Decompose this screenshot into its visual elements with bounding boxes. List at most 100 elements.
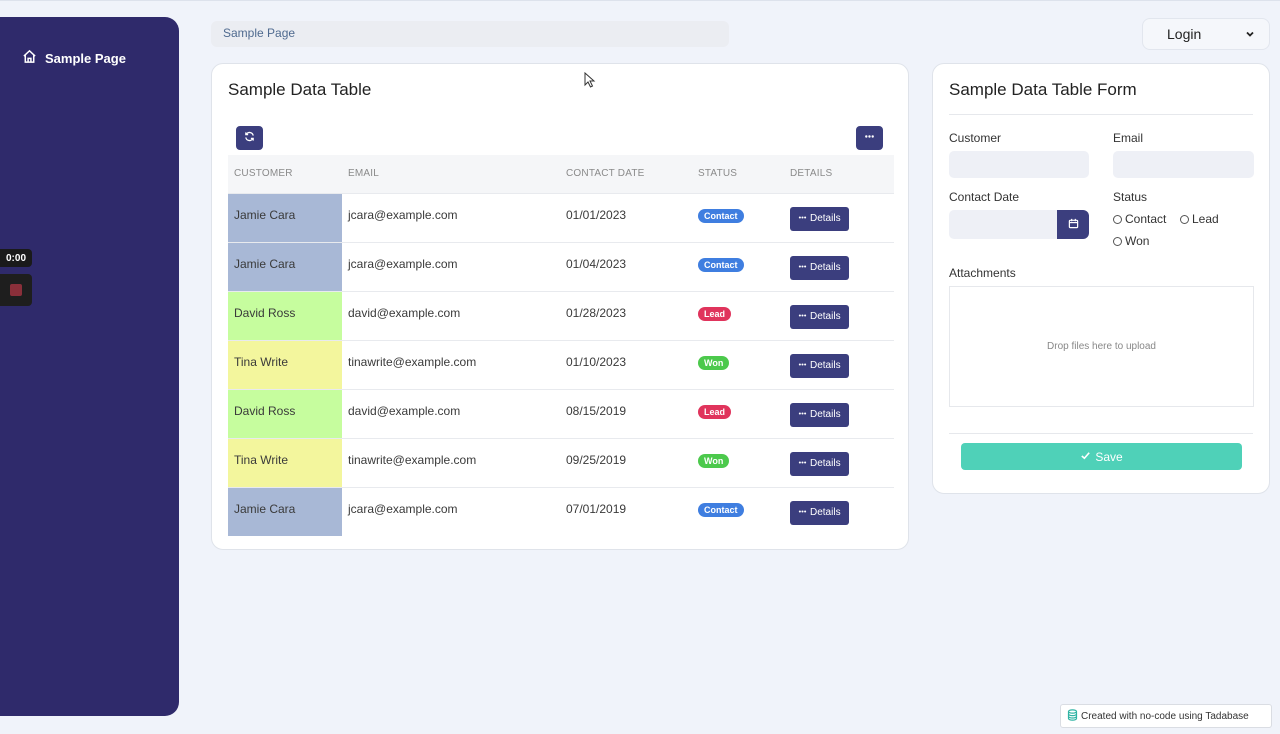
status-cell: Lead	[692, 388, 784, 438]
radio-icon	[1180, 214, 1189, 224]
radio-icon	[1113, 214, 1122, 224]
contact-date-cell: 07/01/2019	[560, 486, 692, 536]
column-header-customer[interactable]: CUSTOMER	[228, 155, 342, 193]
attachments-dropzone[interactable]: Drop files here to upload	[949, 286, 1254, 407]
status-cell: Contact	[692, 486, 784, 536]
save-button[interactable]: Save	[961, 443, 1242, 470]
details-cell: Details	[784, 241, 894, 291]
customer-input[interactable]	[949, 151, 1089, 178]
contact-date-label: Contact Date	[949, 190, 1020, 204]
ellipsis-icon	[798, 409, 807, 421]
database-icon	[1067, 708, 1078, 724]
column-header-status[interactable]: STATUS	[692, 155, 784, 193]
details-cell: Details	[784, 339, 894, 389]
table-header-row: CUSTOMER EMAIL CONTACT DATE STATUS DETAI…	[228, 155, 894, 193]
table-row: David Ross david@example.com 08/15/2019 Lea…	[228, 388, 894, 438]
ellipsis-icon	[798, 360, 807, 372]
customer-cell: Jamie Cara	[228, 192, 342, 242]
status-label: Status	[1113, 190, 1148, 204]
checkmark-icon	[1080, 450, 1091, 464]
details-button[interactable]: Details	[790, 500, 849, 525]
refresh-button[interactable]	[236, 126, 263, 150]
email-cell: david@example.com	[342, 388, 560, 438]
radio-icon	[1113, 236, 1122, 246]
ellipsis-icon	[798, 507, 807, 519]
details-label: Details	[810, 262, 841, 273]
details-cell: Details	[784, 437, 894, 487]
breadcrumb[interactable]: Sample Page	[211, 21, 729, 47]
login-dropdown[interactable]: Login	[1142, 18, 1270, 50]
stop-icon	[10, 284, 22, 296]
data-form-card: Sample Data Table Form Customer Email Co…	[932, 63, 1270, 494]
status-radio-lead[interactable]: Lead	[1180, 212, 1219, 226]
customer-label: Customer	[949, 131, 1002, 145]
email-input[interactable]	[1113, 151, 1254, 178]
divider	[949, 114, 1253, 115]
dropzone-text: Drop files here to upload	[1047, 341, 1156, 352]
recorder-stop-button[interactable]	[0, 274, 32, 306]
status-radio-won[interactable]: Won	[1113, 234, 1149, 248]
column-header-email[interactable]: EMAIL	[342, 155, 560, 193]
status-option-label: Lead	[1192, 212, 1219, 226]
details-label: Details	[810, 360, 841, 371]
table-title: Sample Data Table	[228, 80, 372, 99]
table-row: Tina Write tinawrite@example.com 09/25/201…	[228, 437, 894, 487]
ellipsis-icon	[864, 129, 875, 147]
details-cell: Details	[784, 486, 894, 536]
email-cell: tinawrite@example.com	[342, 339, 560, 389]
status-radio-contact[interactable]: Contact	[1113, 212, 1166, 226]
details-cell: Details	[784, 388, 894, 438]
details-label: Details	[810, 458, 841, 469]
contact-date-cell: 01/28/2023	[560, 290, 692, 340]
customer-cell: Tina Write	[228, 339, 342, 389]
divider	[949, 433, 1253, 434]
table-row: Jamie Cara jcara@example.com 07/01/2019 Con…	[228, 486, 894, 536]
made-with-badge[interactable]: Created with no-code using Tadabase	[1060, 704, 1272, 728]
details-button[interactable]: Details	[790, 304, 849, 329]
date-picker-button[interactable]	[1057, 210, 1089, 239]
status-badge: Won	[698, 453, 730, 468]
ellipsis-icon	[798, 311, 807, 323]
status-cell: Contact	[692, 241, 784, 291]
ellipsis-icon	[798, 213, 807, 225]
table-row: Tina Write tinawrite@example.com 01/10/202…	[228, 339, 894, 389]
ellipsis-icon	[798, 262, 807, 274]
contact-date-cell: 08/15/2019	[560, 388, 692, 438]
details-button[interactable]: Details	[790, 451, 849, 476]
table-row: Jamie Cara jcara@example.com 01/04/2023 Con…	[228, 241, 894, 291]
contact-date-cell: 01/10/2023	[560, 339, 692, 389]
status-option-label: Won	[1125, 234, 1150, 248]
table-row: David Ross david@example.com 01/28/2023 Lea…	[228, 290, 894, 340]
details-button[interactable]: Details	[790, 353, 849, 378]
ellipsis-icon	[798, 458, 807, 470]
details-cell: Details	[784, 192, 894, 242]
status-cell: Lead	[692, 290, 784, 340]
sidebar-item-sample-page[interactable]: Sample Page	[22, 49, 126, 67]
email-cell: jcara@example.com	[342, 241, 560, 291]
details-button[interactable]: Details	[790, 206, 849, 231]
column-header-contact-date[interactable]: CONTACT DATE	[560, 155, 692, 193]
details-cell: Details	[784, 290, 894, 340]
more-options-button[interactable]	[856, 126, 883, 150]
contact-date-cell: 01/04/2023	[560, 241, 692, 291]
status-cell: Won	[692, 437, 784, 487]
customer-cell: David Ross	[228, 388, 342, 438]
status-option-label: Contact	[1125, 212, 1167, 226]
details-button[interactable]: Details	[790, 402, 849, 427]
customer-cell: David Ross	[228, 290, 342, 340]
status-badge: Contact	[698, 257, 744, 272]
details-label: Details	[810, 409, 841, 420]
status-badge: Contact	[698, 502, 744, 517]
email-cell: david@example.com	[342, 290, 560, 340]
mouse-cursor-icon	[584, 72, 596, 88]
email-label: Email	[1113, 131, 1144, 145]
column-header-details: DETAILS	[790, 168, 833, 180]
chevron-down-icon	[1245, 26, 1255, 42]
sidebar: Sample Page	[0, 17, 179, 716]
details-button[interactable]: Details	[790, 255, 849, 280]
attachments-label: Attachments	[949, 266, 1016, 280]
details-label: Details	[810, 213, 841, 224]
contact-date-input[interactable]	[949, 210, 1057, 239]
calendar-icon	[1068, 216, 1079, 234]
status-cell: Won	[692, 339, 784, 389]
